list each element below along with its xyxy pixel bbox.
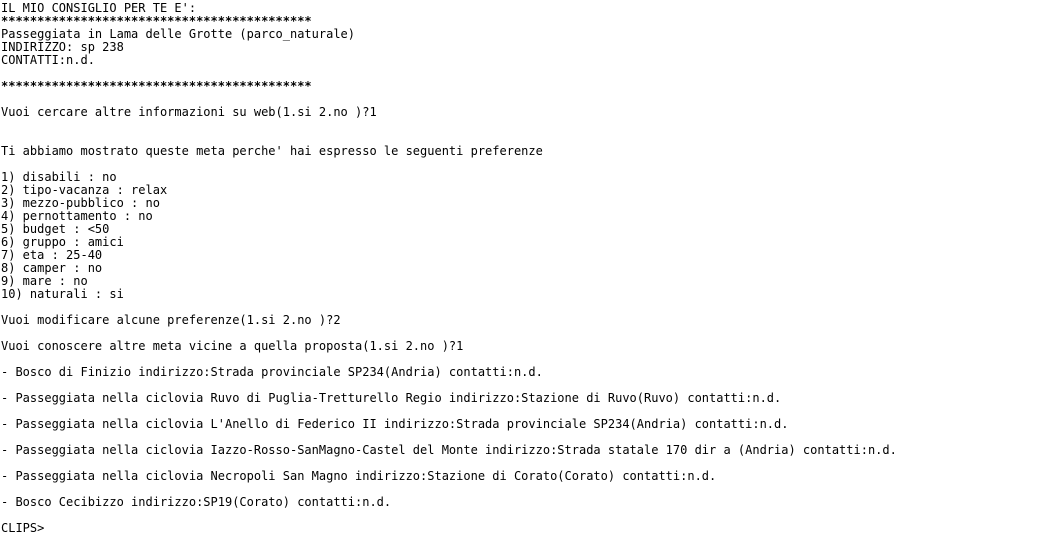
nearby-item: - Bosco di Finizio indirizzo:Strada prov… [1,366,543,379]
question-web: Vuoi cercare altre informazioni su web(1… [1,106,377,119]
question-modify: Vuoi modificare alcune preferenze(1.si 2… [1,314,341,327]
preference-item: 1) disabili : no [1,171,117,184]
nearby-list: - Bosco di Finizio indirizzo:Strada prov… [1,366,1054,509]
preferences-explanation: Ti abbiamo mostrato queste meta perche' … [1,145,543,158]
nearby-item: - Passeggiata nella ciclovia Ruvo di Pug… [1,392,782,405]
suggestion-name: Passeggiata in Lama delle Grotte (parco_… [1,28,356,41]
preference-item: 10) naturali : si [1,288,124,301]
preference-item: 5) budget : <50 [1,223,110,236]
nearby-item: - Passeggiata nella ciclovia L'Anello di… [1,418,789,431]
nearby-item: - Passeggiata nella ciclovia Necropoli S… [1,470,717,483]
clips-console[interactable]: IL MIO CONSIGLIO PER TE E': ************… [0,0,1054,543]
separator-top: ****************************************… [1,15,312,28]
preference-item: 6) gruppo : amici [1,236,124,249]
nearby-item: - Bosco Cecibizzo indirizzo:SP19(Corato)… [1,496,392,509]
preference-item: 8) camper : no [1,262,103,275]
command-prompt-row[interactable]: CLIPS> [1,522,1054,535]
separator-bottom: ****************************************… [1,80,312,93]
preference-item: 3) mezzo-pubblico : no [1,197,160,210]
preference-item: 9) mare : no [1,275,88,288]
preference-item: 4) pernottamento : no [1,210,153,223]
suggestion-contacts: CONTATTI:n.d. [1,54,95,67]
preferences-list: 1) disabili : no 2) tipo-vacanza : relax… [1,171,1054,301]
clips-prompt: CLIPS> [1,521,45,535]
suggestion-address: INDIRIZZO: sp 238 [1,41,124,54]
question-nearby: Vuoi conoscere altre meta vicine a quell… [1,340,464,353]
preference-item: 2) tipo-vacanza : relax [1,184,168,197]
preference-item: 7) eta : 25-40 [1,249,103,262]
nearby-item: - Passeggiata nella ciclovia Iazzo-Rosso… [1,444,897,457]
recommendation-title: IL MIO CONSIGLIO PER TE E': [1,2,197,15]
